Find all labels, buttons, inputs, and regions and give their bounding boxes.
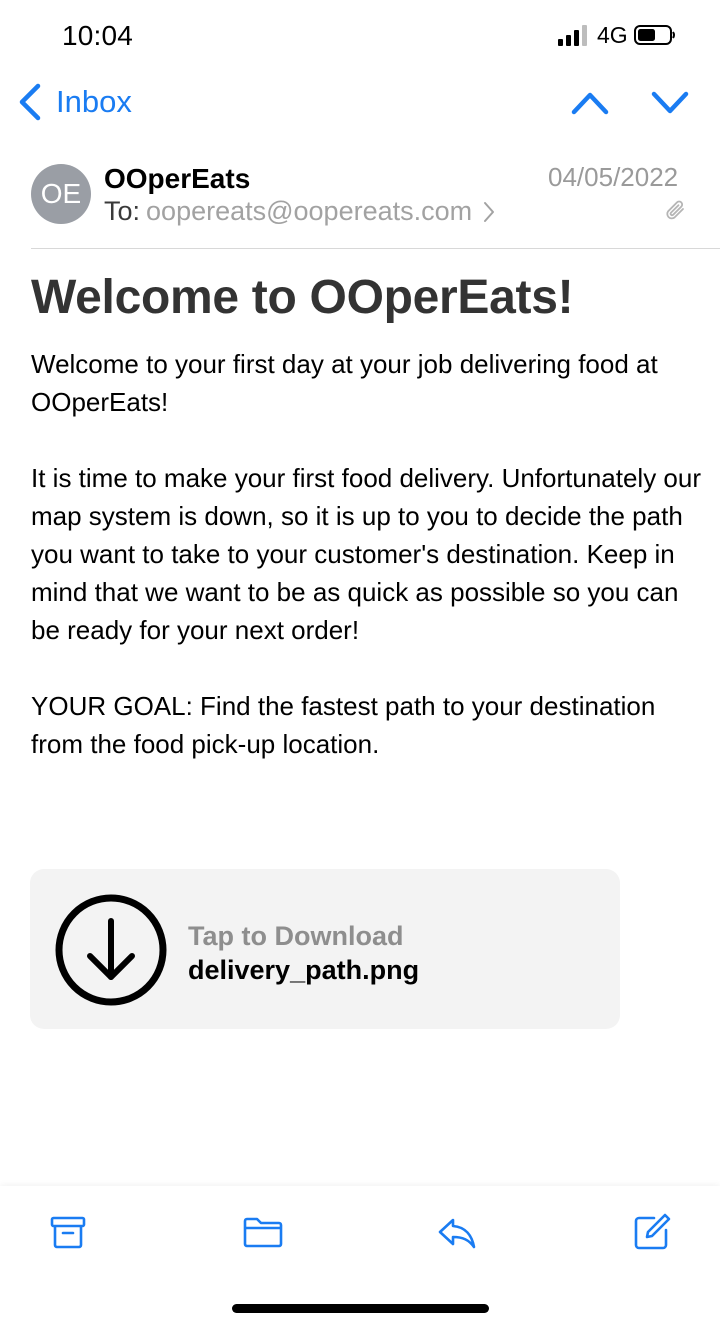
body-paragraph: Welcome to your first day at your job de… [31,349,658,417]
recipient-line[interactable]: To: oopereats@oopereats.com [104,196,496,227]
back-label: Inbox [56,84,132,119]
recipient-address: oopereats@oopereats.com [146,196,473,226]
bottom-toolbar [0,1186,720,1328]
sender-name[interactable]: OOperEats [104,163,250,195]
header-divider [31,248,720,249]
cellular-signal-icon [558,25,587,46]
tap-to-download-label: Tap to Download [188,921,404,951]
chevron-left-icon [19,83,41,121]
status-time: 10:04 [62,20,134,51]
compose-icon[interactable] [632,1212,672,1252]
chevron-up-icon[interactable] [568,82,612,122]
archive-icon[interactable] [48,1212,88,1252]
body-paragraph: It is time to make your first food deliv… [31,463,702,645]
email-title: Welcome to OOperEats! [31,271,574,324]
email-body: Welcome to your first day at your job de… [31,345,703,801]
paperclip-icon [666,200,684,220]
attachment-download-card[interactable]: Tap to Download delivery_path.png [30,869,620,1029]
download-icon [55,894,167,1006]
back-to-inbox-button[interactable]: Inbox [16,82,132,122]
network-type: 4G [597,21,628,48]
battery-icon [633,25,675,45]
avatar[interactable]: OE [31,164,91,224]
chevron-right-icon [484,201,495,222]
status-indicators: 4G [558,20,676,50]
body-paragraph: YOUR GOAL: Find the fastest path to your… [31,691,656,759]
message-date: 04/05/2022 [548,162,679,192]
attachment-filename: delivery_path.png [188,955,420,985]
reply-icon[interactable] [437,1212,477,1252]
folder-icon[interactable] [243,1212,283,1252]
chevron-down-icon[interactable] [648,82,692,122]
home-indicator[interactable] [232,1304,489,1313]
to-label: To: [104,196,141,226]
